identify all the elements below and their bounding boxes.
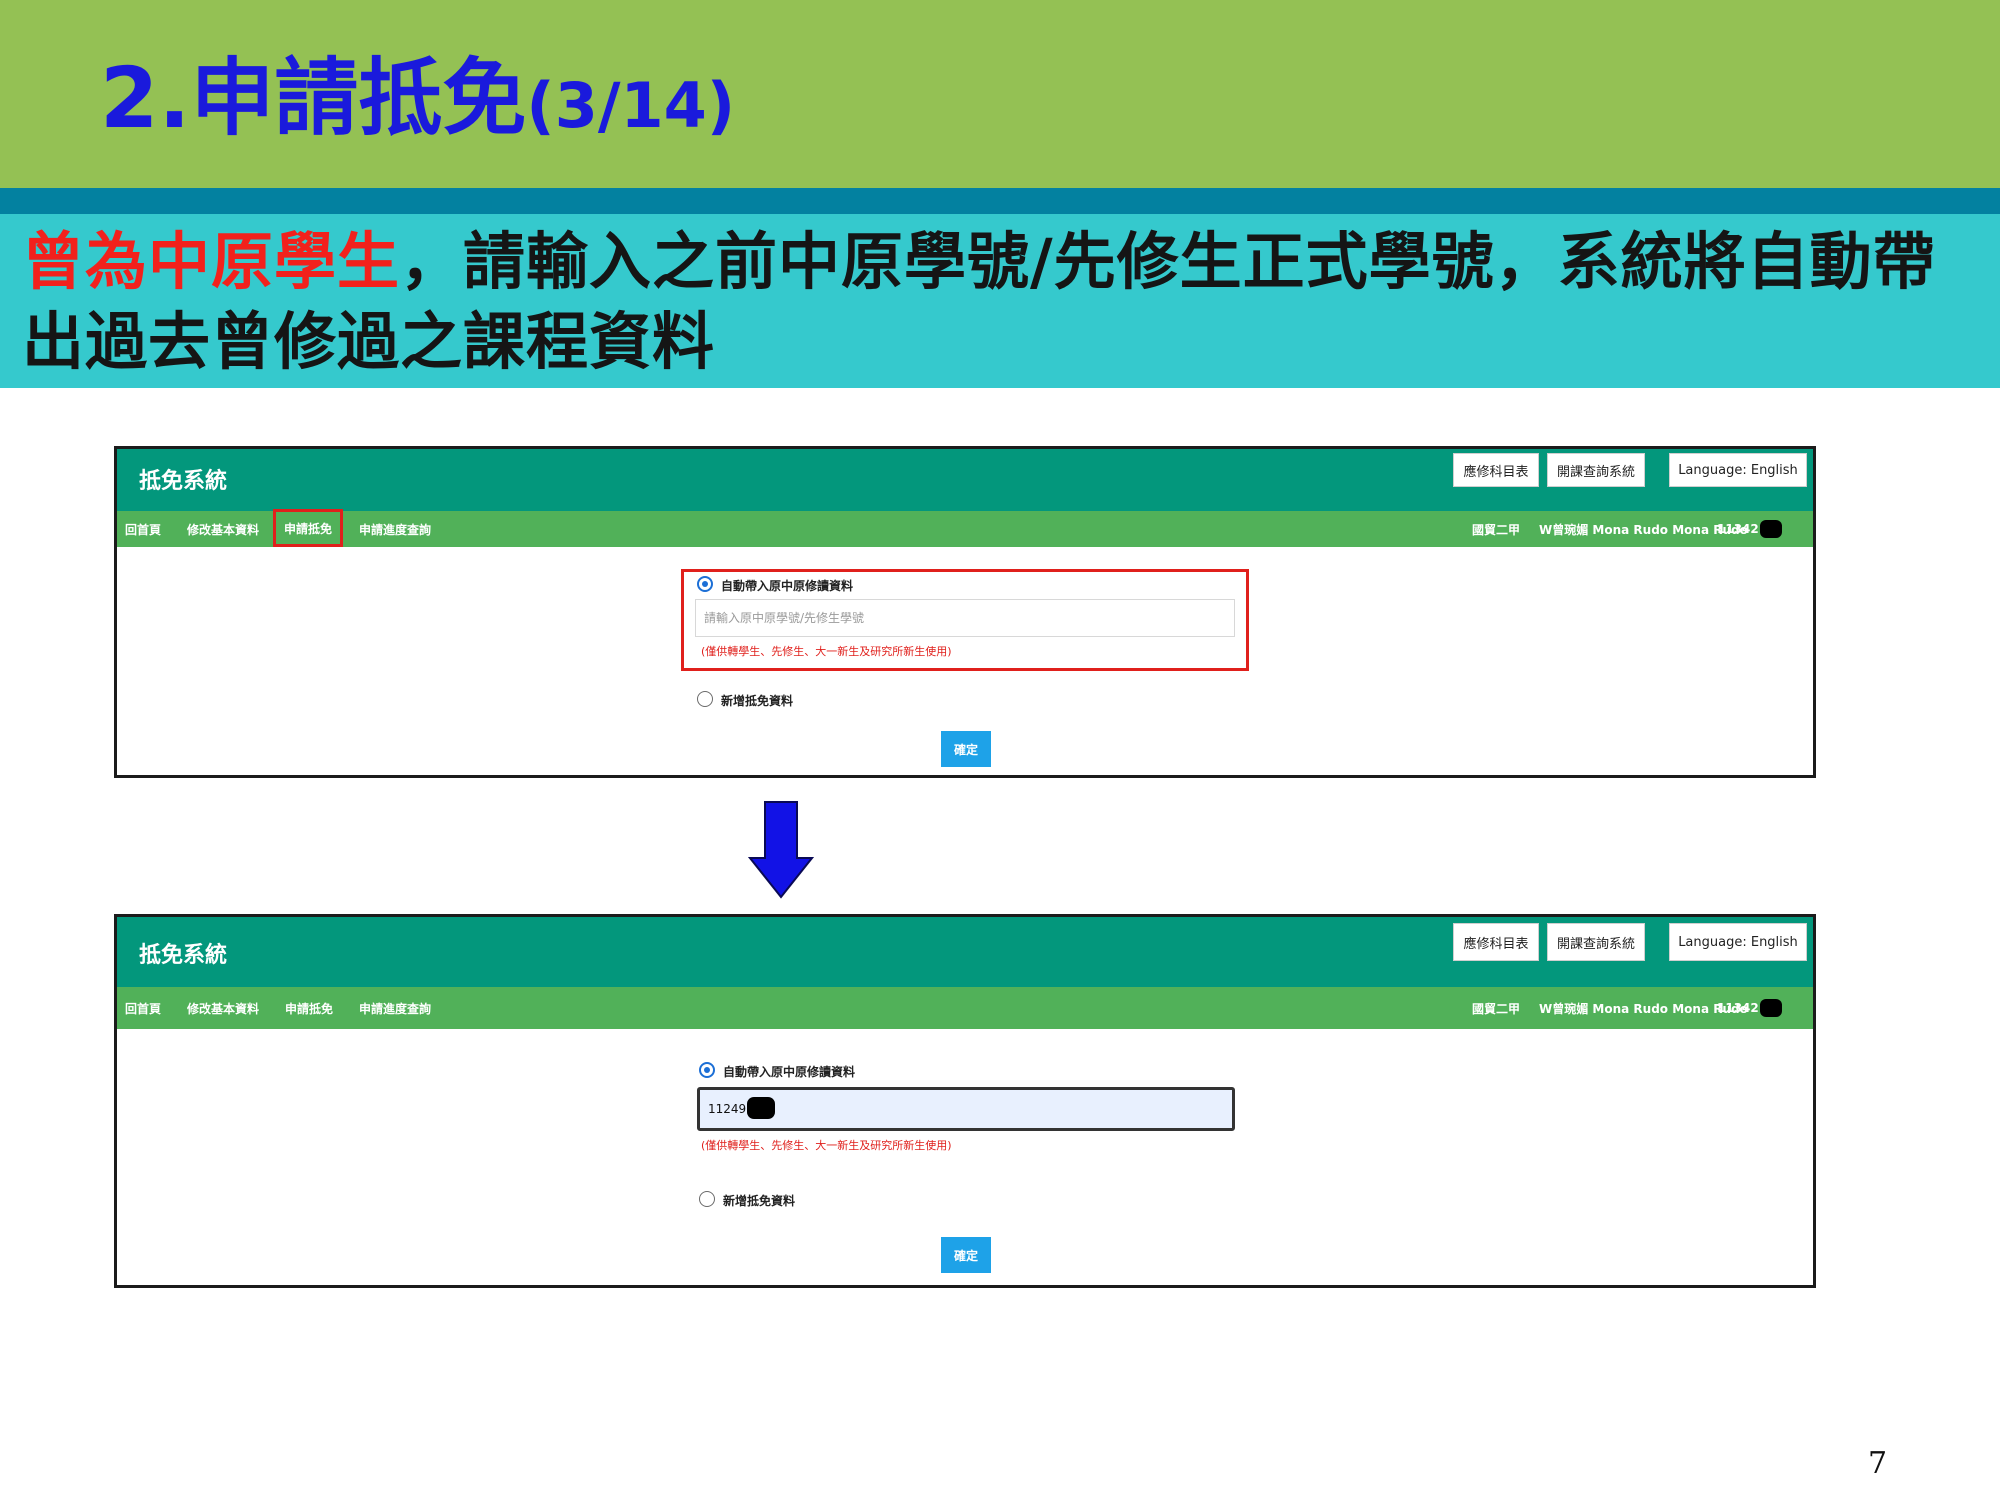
former-student-id-input[interactable]: [695, 599, 1235, 637]
page-number: 7: [1868, 1446, 1888, 1481]
slide-title-main: 2.申請抵免: [100, 49, 527, 147]
language-button[interactable]: Language: English: [1669, 453, 1807, 487]
nav-apply-credit-transfer[interactable]: 申請抵免: [285, 987, 333, 1029]
eligibility-note: (僅供轉學生、先修生、大一新生及研究所新生使用): [701, 645, 952, 658]
app-header: 抵免系統 應修科目表 開課查詢系統 Language: English: [117, 917, 1813, 987]
slide-subtitle: 曾為中原學生，請輸入之前中原學號/先修生正式學號，系統將自動帶出過去曾修過之課程…: [22, 222, 1982, 382]
title-band: 2.申請抵免(3/14): [0, 0, 2000, 188]
course-search-button[interactable]: 開課查詢系統: [1547, 923, 1645, 961]
course-search-button[interactable]: 開課查詢系統: [1547, 453, 1645, 487]
user-class: 國貿二甲: [1472, 1001, 1521, 1016]
confirm-button[interactable]: 確定: [941, 1237, 991, 1273]
user-id: 11342: [1717, 511, 1782, 547]
eligibility-note: (僅供轉學生、先修生、大一新生及研究所新生使用): [701, 1139, 952, 1152]
radio-new-entry-label: 新增抵免資料: [723, 1194, 796, 1208]
user-id: 11342: [1717, 987, 1782, 1029]
user-class: 國貿二甲: [1472, 522, 1521, 537]
radio-auto-import[interactable]: [699, 1062, 715, 1078]
nav-home[interactable]: 回首頁: [125, 987, 161, 1029]
radio-auto-import-label: 自動帶入原中原修讀資料: [721, 579, 854, 593]
slide-title: 2.申請抵免(3/14): [100, 48, 735, 156]
redaction-mark: [1759, 520, 1782, 538]
former-student-id-input[interactable]: [697, 1087, 1235, 1131]
screenshot-after: 抵免系統 應修科目表 開課查詢系統 Language: English 回首頁 …: [114, 914, 1816, 1288]
radio-new-entry[interactable]: [699, 1191, 715, 1207]
language-button[interactable]: Language: English: [1669, 923, 1807, 961]
nav-home[interactable]: 回首頁: [125, 511, 161, 547]
nav-progress-query[interactable]: 申請進度查詢: [359, 987, 431, 1029]
radio-auto-import-label: 自動帶入原中原修讀資料: [723, 1065, 856, 1079]
redaction-mark: [747, 1097, 775, 1119]
redaction-mark: [1759, 999, 1782, 1017]
nav-apply-credit-transfer[interactable]: 申請抵免: [273, 509, 344, 547]
app-nav: 回首頁 修改基本資料 申請抵免 申請進度查詢 國貿二甲 W曾琬媚 Mona Ru…: [117, 509, 1813, 547]
nav-edit-profile[interactable]: 修改基本資料: [187, 987, 259, 1029]
nav-progress-query[interactable]: 申請進度查詢: [359, 511, 431, 547]
radio-new-entry-label: 新增抵免資料: [721, 694, 794, 708]
radio-auto-import[interactable]: [697, 576, 713, 592]
arrow-down-icon: [748, 801, 814, 899]
app-title: 抵免系統: [139, 469, 228, 494]
user-id-prefix: 11342: [1717, 1001, 1759, 1015]
slide-title-sub: (3/14): [526, 69, 736, 142]
confirm-button[interactable]: 確定: [941, 731, 991, 767]
nav-edit-profile[interactable]: 修改基本資料: [187, 511, 259, 547]
radio-new-entry[interactable]: [697, 691, 713, 707]
required-courses-button[interactable]: 應修科目表: [1453, 453, 1539, 487]
required-courses-button[interactable]: 應修科目表: [1453, 923, 1539, 961]
app-nav: 回首頁 修改基本資料 申請抵免 申請進度查詢 國貿二甲 W曾琬媚 Mona Ru…: [117, 987, 1813, 1029]
subtitle-band: 曾為中原學生，請輸入之前中原學號/先修生正式學號，系統將自動帶出過去曾修過之課程…: [0, 214, 2000, 388]
app-header: 抵免系統 應修科目表 開課查詢系統 Language: English: [117, 449, 1813, 511]
user-id-prefix: 11342: [1717, 522, 1759, 536]
app-title: 抵免系統: [139, 943, 228, 968]
subtitle-highlight: 曾為中原學生: [22, 225, 401, 298]
screenshot-before: 抵免系統 應修科目表 開課查詢系統 Language: English 回首頁 …: [114, 446, 1816, 778]
divider-strip: [0, 188, 2000, 214]
